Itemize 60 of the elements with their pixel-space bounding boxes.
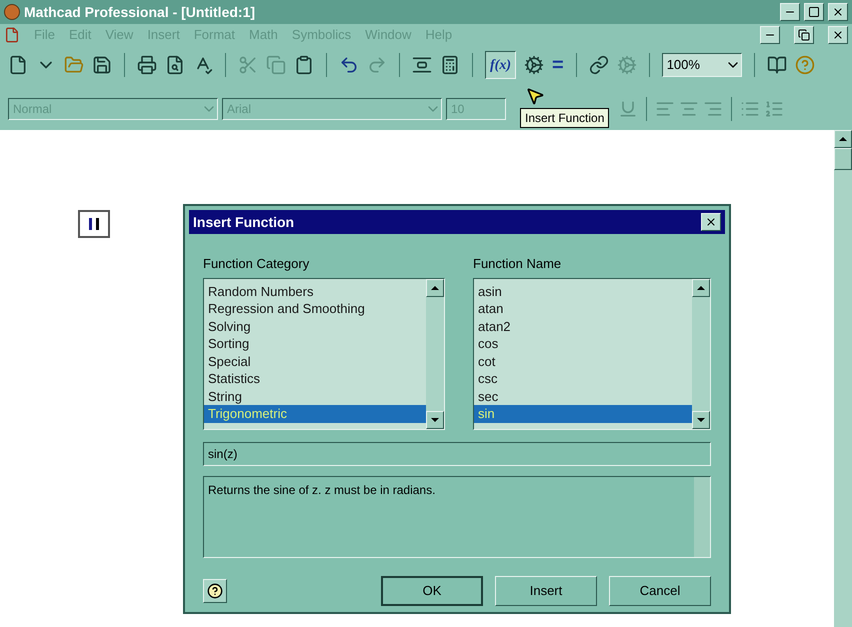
close-icon xyxy=(705,216,717,228)
zoom-dropdown[interactable]: 100% xyxy=(662,53,742,77)
scrollbar[interactable] xyxy=(694,476,710,556)
list-item[interactable]: cos xyxy=(474,335,692,352)
dialog-button[interactable]: Cancel xyxy=(609,576,711,606)
dialog-title: Insert Function xyxy=(193,212,296,232)
list-item[interactable]: Solving xyxy=(204,318,426,335)
signature-field: sin(z) xyxy=(203,442,711,466)
dialog-button[interactable]: OK xyxy=(381,576,483,606)
pointer-icon xyxy=(525,86,545,106)
scrollbar[interactable] xyxy=(692,278,710,428)
description-text: Returns the sine of z. z must be in radians. xyxy=(207,482,436,498)
list-item[interactable]: Random Numbers xyxy=(204,282,426,300)
scrollbar[interactable] xyxy=(834,130,852,627)
paste-icon[interactable] xyxy=(294,55,314,75)
list-item[interactable]: csc xyxy=(474,370,692,388)
name-label: Function Name xyxy=(473,255,562,273)
list-item[interactable]: sin xyxy=(474,405,692,422)
insert-function-button[interactable]: f(x) xyxy=(485,51,516,79)
minimize-button[interactable] xyxy=(760,26,780,44)
list-item[interactable]: atan2 xyxy=(474,318,692,335)
calculator-icon[interactable] xyxy=(440,55,460,75)
list-item[interactable]: Trigonometric xyxy=(204,405,426,422)
list-item[interactable]: cot xyxy=(474,352,692,370)
evaluate-button[interactable]: = xyxy=(552,55,564,75)
restore-button[interactable] xyxy=(794,26,814,44)
undo-icon[interactable] xyxy=(339,55,359,75)
list-item[interactable]: Statistics xyxy=(204,370,426,388)
close-button[interactable] xyxy=(828,26,848,44)
list-item[interactable]: String xyxy=(204,388,426,405)
list-item[interactable]: sec xyxy=(474,388,692,405)
book-icon[interactable] xyxy=(766,55,787,75)
save-icon[interactable] xyxy=(92,55,112,75)
close-icon xyxy=(832,6,844,18)
placeholder-region xyxy=(78,210,110,238)
new-document-icon[interactable] xyxy=(8,55,28,75)
list-item[interactable]: Special xyxy=(204,352,426,370)
print-icon[interactable] xyxy=(137,55,157,75)
help-icon xyxy=(207,582,223,598)
list-item[interactable]: Sorting xyxy=(204,335,426,352)
help-button[interactable] xyxy=(203,578,227,602)
minimize-button[interactable] xyxy=(780,3,800,21)
list-item[interactable]: Regression and Smoothing xyxy=(204,300,426,318)
list-item[interactable]: atan xyxy=(474,300,692,318)
app-icon xyxy=(4,4,20,20)
category-label: Function Category xyxy=(203,255,310,273)
close-icon xyxy=(832,29,844,41)
align-icon[interactable] xyxy=(412,55,432,75)
maximize-icon xyxy=(808,6,820,18)
dialog-button[interactable]: Insert xyxy=(495,576,597,606)
list-item[interactable]: asin xyxy=(474,282,692,300)
close-button[interactable] xyxy=(828,3,848,21)
maximize-button[interactable] xyxy=(804,3,824,21)
document-icon[interactable] xyxy=(4,27,20,43)
close-button[interactable] xyxy=(701,213,721,231)
window-title: Mathcad Professional - [Untitled:1] xyxy=(24,2,256,22)
restore-icon xyxy=(798,29,810,41)
tooltip: Insert Function xyxy=(520,108,610,128)
print-preview-icon[interactable] xyxy=(165,55,185,75)
scrollbar[interactable] xyxy=(426,278,444,428)
